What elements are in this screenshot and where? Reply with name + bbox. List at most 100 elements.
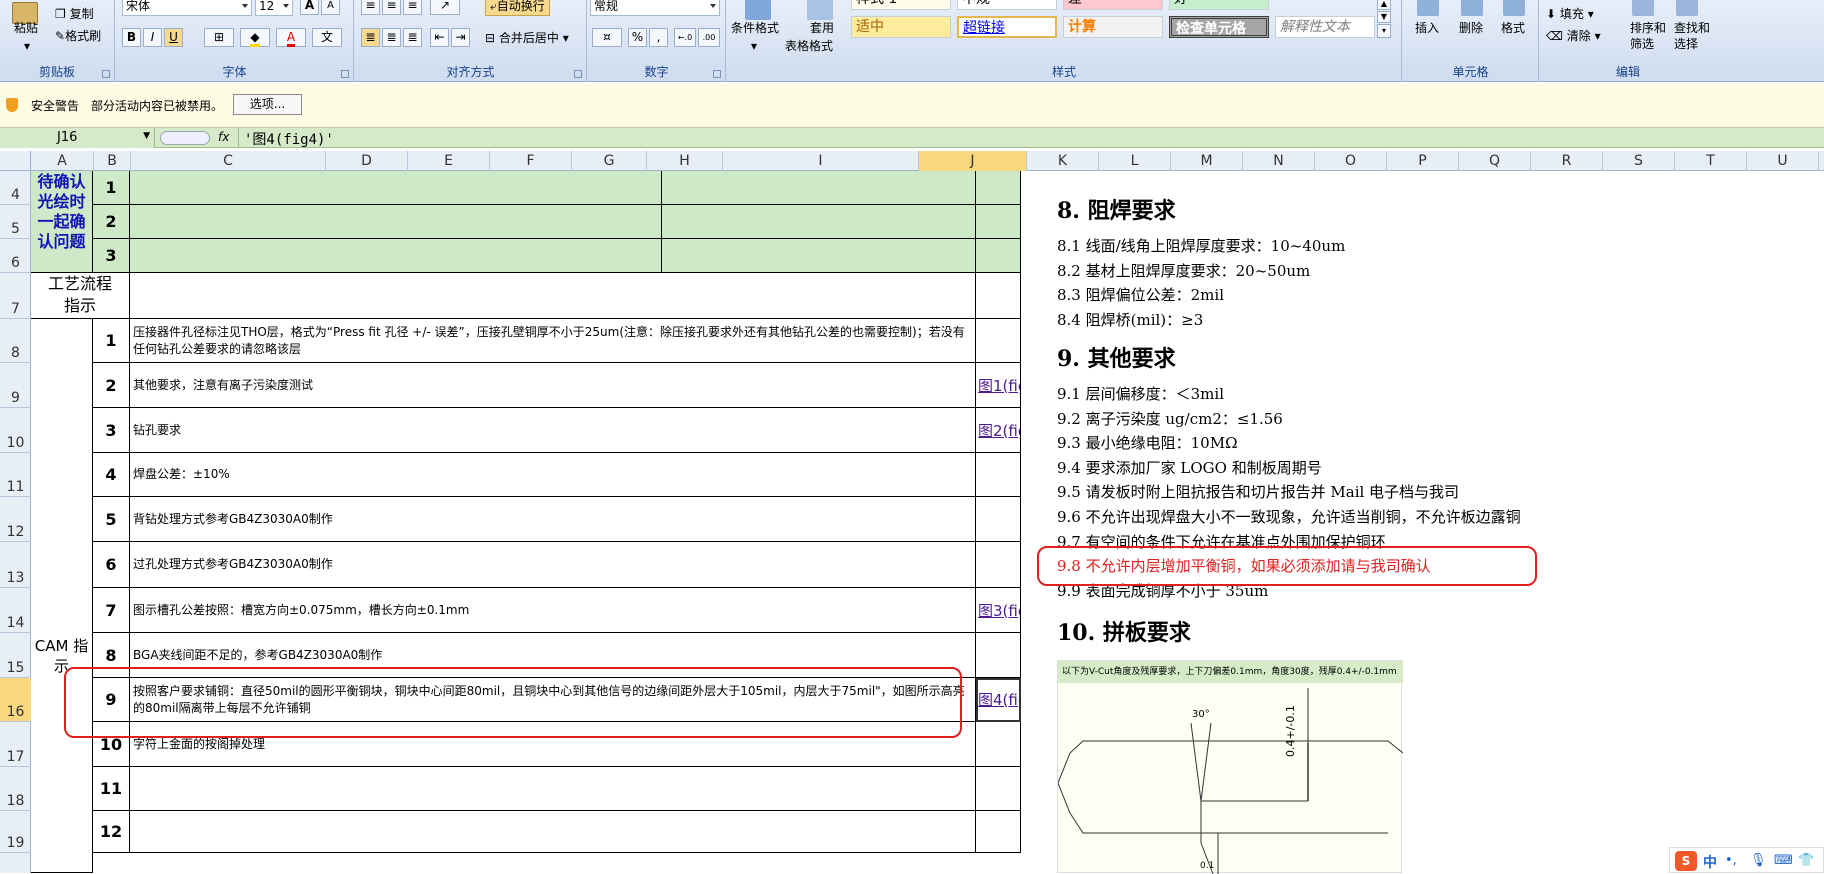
item-number-cell[interactable]: 5 <box>93 497 130 542</box>
row-header[interactable]: 14 <box>0 588 31 633</box>
item-text-cell[interactable] <box>130 811 976 853</box>
link-cell[interactable] <box>976 319 1021 363</box>
ime-keyboard-icon[interactable]: ⌨ <box>1774 853 1793 868</box>
number-launcher-icon[interactable] <box>713 70 721 78</box>
hyperlink-cell[interactable]: 图3(fig3)' <box>976 588 1021 633</box>
ime-skin-icon[interactable]: 👕 <box>1798 853 1814 868</box>
process-label-cell[interactable]: 工艺流程指示 <box>31 273 130 319</box>
name-box[interactable]: J16 ▼ <box>0 128 155 148</box>
link-cell[interactable] <box>976 453 1021 497</box>
clear-button[interactable]: ⌫ 清除 ▾ <box>1546 28 1601 44</box>
item-text-cell[interactable]: 焊盘公差：±10% <box>130 453 976 497</box>
style-cell-calculation[interactable]: 计算 <box>1063 16 1163 38</box>
style-cell-check[interactable]: 检查单元格 <box>1169 16 1269 38</box>
row-header[interactable]: 18 <box>0 767 31 811</box>
cond-format-dropdown-icon[interactable]: ▾ <box>751 38 757 54</box>
item-text-cell[interactable]: 钻孔要求 <box>130 408 976 453</box>
confirm-cell[interactable] <box>662 171 976 205</box>
confirm-cell[interactable] <box>662 239 976 273</box>
accounting-button[interactable]: ¤ <box>592 28 622 47</box>
security-options-button[interactable]: 选项... <box>233 94 302 115</box>
column-header[interactable]: A <box>31 151 94 171</box>
column-header[interactable]: S <box>1603 151 1675 171</box>
grow-font-button[interactable]: A <box>300 0 319 15</box>
column-header[interactable]: Q <box>1459 151 1531 171</box>
wrap-text-button[interactable]: ⤶自动换行 <box>485 0 550 16</box>
style-cell-neutral-1[interactable]: 中规 <box>957 0 1057 10</box>
fill-button[interactable]: ⬇ 填充 ▾ <box>1546 6 1594 22</box>
link-cell[interactable] <box>976 722 1021 767</box>
confirm-cell[interactable] <box>976 205 1021 239</box>
font-launcher-icon[interactable] <box>341 70 349 78</box>
styles-scroll-up-icon[interactable]: ▲ <box>1377 0 1391 10</box>
row-header[interactable]: 19 <box>0 811 31 853</box>
item-number-cell[interactable]: 6 <box>93 542 130 588</box>
column-header[interactable]: B <box>94 151 131 171</box>
column-header[interactable]: I <box>723 151 919 171</box>
confirm-cell[interactable] <box>976 239 1021 273</box>
paste-button[interactable]: 粘贴 <box>14 20 38 36</box>
font-name-combo[interactable]: 宋体 <box>122 0 252 16</box>
row-header[interactable]: 9 <box>0 363 31 408</box>
item-number-cell[interactable]: 4 <box>93 453 130 497</box>
delete-button[interactable]: 删除 <box>1459 20 1483 36</box>
row-header[interactable]: 17 <box>0 722 31 767</box>
find-select-button[interactable]: 选择 <box>1674 36 1698 52</box>
confirm-cell[interactable] <box>130 171 662 205</box>
select-all-button[interactable] <box>0 151 31 171</box>
conditional-format-button[interactable]: 条件格式 <box>731 20 779 36</box>
active-cell-j16[interactable]: 图4(fig4)' <box>976 678 1021 722</box>
number-format-combo[interactable]: 常规 <box>590 0 720 16</box>
sort-filter-button[interactable]: 筛选 <box>1630 36 1654 52</box>
insert-button[interactable]: 插入 <box>1415 20 1439 36</box>
align-right-button[interactable]: ≣ <box>403 28 422 47</box>
column-header[interactable]: K <box>1027 151 1099 171</box>
decrease-indent-button[interactable]: ⇤ <box>430 28 449 47</box>
item-number-cell[interactable]: 1 <box>93 319 130 363</box>
paste-dropdown-icon[interactable]: ▾ <box>24 38 30 54</box>
link-cell[interactable] <box>976 542 1021 588</box>
item-number-cell[interactable]: 7 <box>93 588 130 633</box>
column-header[interactable]: O <box>1315 151 1387 171</box>
align-bottom-button[interactable]: ≡ <box>403 0 422 15</box>
confirm-cell[interactable] <box>976 171 1021 205</box>
formula-input[interactable]: '图4(fig4)' <box>244 129 334 149</box>
item-text-cell[interactable]: 背钻处理方式参考GB4Z3030A0制作 <box>130 497 976 542</box>
styles-scroll-down-icon[interactable]: ▼ <box>1377 11 1391 23</box>
decrease-decimal-button[interactable]: .00 <box>698 28 720 47</box>
increase-indent-button[interactable]: ⇥ <box>451 28 470 47</box>
column-header[interactable]: M <box>1171 151 1243 171</box>
insert-function-button[interactable]: fx <box>218 130 229 144</box>
shrink-font-button[interactable]: A <box>321 0 340 15</box>
font-size-combo[interactable]: 12 <box>255 0 293 16</box>
copy-button[interactable]: ❐ 复制 <box>55 6 94 22</box>
comma-button[interactable]: , <box>649 28 668 47</box>
column-header[interactable]: D <box>326 151 408 171</box>
confirm-cell[interactable] <box>130 239 662 273</box>
link-cell[interactable] <box>976 767 1021 811</box>
column-header[interactable]: R <box>1531 151 1603 171</box>
percent-button[interactable]: % <box>628 28 647 47</box>
column-header[interactable]: G <box>572 151 647 171</box>
ime-punctuation-icon[interactable]: •, <box>1725 853 1737 868</box>
style-cell-bad[interactable]: 差 <box>1063 0 1163 10</box>
item-text-cell[interactable]: 其他要求，注意有离子污染度测试 <box>130 363 976 408</box>
ime-microphone-icon[interactable]: 🎙 <box>1750 853 1767 868</box>
confirm-num-cell[interactable]: 1 <box>93 171 130 205</box>
clipboard-launcher-icon[interactable] <box>102 70 110 78</box>
align-center-button[interactable]: ≣ <box>382 28 401 47</box>
column-header[interactable]: L <box>1099 151 1171 171</box>
row-header[interactable]: 16 <box>0 678 31 722</box>
item-number-cell[interactable]: 3 <box>93 408 130 453</box>
confirm-num-cell[interactable]: 2 <box>93 205 130 239</box>
align-middle-button[interactable]: ≡ <box>382 0 401 15</box>
item-text-cell[interactable]: 图示槽孔公差按照：槽宽方向±0.075mm，槽长方向±0.1mm <box>130 588 976 633</box>
borders-button[interactable]: ⊞ <box>204 28 234 47</box>
style-cell-neutral[interactable]: 适中 <box>851 16 951 38</box>
column-header[interactable]: E <box>408 151 490 171</box>
style-cell-normal[interactable]: 样式 1 <box>851 0 951 10</box>
item-text-cell[interactable]: 过孔处理方式参考GB4Z3030A0制作 <box>130 542 976 588</box>
row-header[interactable]: 8 <box>0 319 31 363</box>
italic-button[interactable]: I <box>143 28 162 47</box>
row-header[interactable]: 13 <box>0 542 31 588</box>
